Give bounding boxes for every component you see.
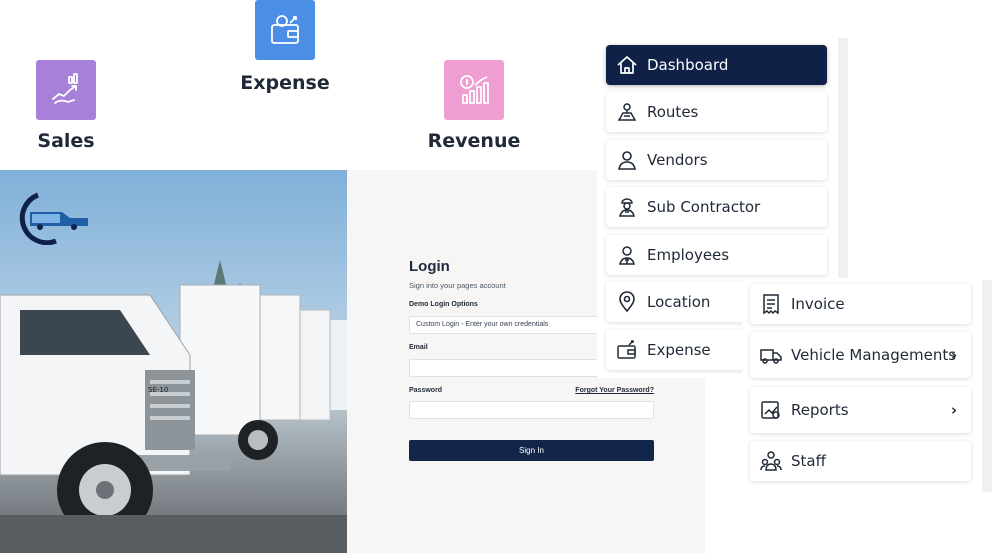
sidebar-item-label: Vehicle Managements (791, 346, 957, 364)
sidebar-item-label: Vendors (647, 151, 708, 169)
expense-tile-icon (255, 0, 315, 60)
chevron-right-icon: › (950, 401, 957, 419)
revenue-tile-label: Revenue (427, 130, 521, 152)
sidebar-item-routes[interactable]: Routes (606, 92, 827, 132)
sidebar-item-label: Employees (647, 246, 730, 264)
sidebar-item-staff[interactable]: Staff (750, 441, 971, 481)
home-icon (616, 54, 638, 76)
sidebar-item-sub-contractor[interactable]: Sub Contractor (606, 187, 827, 227)
password-label: Password (409, 387, 443, 394)
sign-in-button[interactable]: Sign In (409, 440, 654, 461)
sales-growth-icon (52, 73, 78, 104)
invoice-icon (760, 293, 782, 315)
location-pin-icon (616, 291, 638, 313)
sidebar-item-label: Location (647, 293, 711, 311)
staff-icon (760, 450, 782, 472)
sales-tile-icon (36, 60, 96, 120)
sidebar-item-employees[interactable]: Employees (606, 235, 827, 275)
company-logo (19, 192, 88, 245)
sidebar-item-invoice[interactable]: Invoice (750, 284, 971, 324)
sidebar-item-label: Routes (647, 103, 699, 121)
login-title: Login (409, 258, 450, 275)
truck-icon (760, 344, 782, 366)
chevron-right-icon: › (950, 346, 957, 364)
menu-scrollbar[interactable] (838, 38, 848, 278)
sidebar-item-label: Reports (791, 401, 849, 419)
wallet-icon (271, 15, 299, 44)
sidebar-item-label: Dashboard (647, 56, 729, 74)
fleet-photo: SE-10 (0, 170, 347, 553)
sidebar-item-label: Invoice (791, 295, 845, 313)
routes-icon (616, 101, 638, 123)
secondary-menu-scrollbar[interactable] (982, 280, 992, 492)
expense-tile-label: Expense (240, 72, 330, 94)
password-field[interactable] (409, 401, 654, 419)
sidebar-item-dashboard[interactable]: Dashboard (606, 45, 827, 85)
user-icon (616, 149, 638, 171)
worker-icon (616, 196, 638, 218)
employee-icon (616, 244, 638, 266)
email-label: Email (409, 344, 428, 351)
sidebar-item-label: Expense (647, 341, 711, 359)
wallet-icon (616, 339, 638, 361)
sidebar-item-label: Sub Contractor (647, 198, 761, 216)
sidebar-item-reports[interactable]: Reports › (750, 387, 971, 433)
revenue-chart-icon (460, 75, 489, 104)
truck-number: SE-10 (148, 386, 168, 394)
forgot-password-link[interactable]: Forgot Your Password? (575, 387, 654, 394)
sidebar-item-vendors[interactable]: Vendors (606, 140, 827, 180)
sidebar-item-vehicle-managements[interactable]: Vehicle Managements › (750, 332, 971, 378)
sales-tile-label: Sales (37, 130, 95, 152)
report-icon (760, 399, 782, 421)
revenue-tile-icon (444, 60, 504, 120)
demo-login-label: Demo Login Options (409, 301, 478, 308)
sidebar-item-label: Staff (791, 452, 826, 470)
login-subtitle: Sign into your pages account (409, 281, 506, 290)
